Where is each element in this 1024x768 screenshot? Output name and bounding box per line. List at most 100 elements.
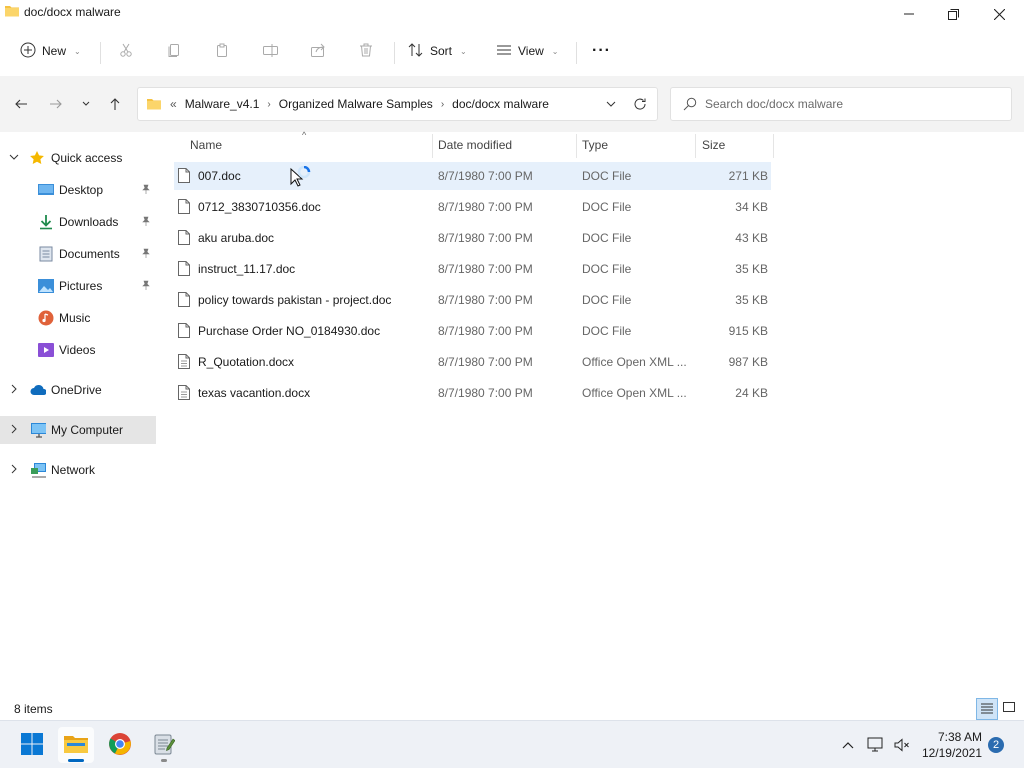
plus-circle-icon bbox=[20, 42, 36, 61]
column-header-size[interactable]: Size bbox=[702, 132, 770, 158]
column-header-label: Type bbox=[582, 138, 609, 152]
document-file-icon bbox=[178, 230, 190, 248]
column-header-date[interactable]: Date modified bbox=[438, 132, 574, 158]
sidebar-item-videos[interactable]: Videos bbox=[0, 336, 156, 364]
recent-locations-button[interactable] bbox=[75, 94, 97, 116]
file-date: 8/7/1980 7:00 PM bbox=[438, 231, 533, 245]
copy-button[interactable] bbox=[166, 38, 182, 64]
back-button[interactable] bbox=[10, 94, 32, 116]
chevron-right-icon[interactable] bbox=[9, 423, 19, 437]
view-button[interactable]: View ⌄ bbox=[496, 38, 559, 64]
volume-muted-icon[interactable] bbox=[892, 735, 912, 755]
chevron-right-icon[interactable] bbox=[9, 463, 19, 477]
sidebar-item-onedrive[interactable]: OneDrive bbox=[0, 376, 156, 404]
sidebar-item-label: OneDrive bbox=[51, 383, 102, 397]
rename-button[interactable] bbox=[262, 38, 280, 64]
file-name[interactable]: R_Quotation.docx bbox=[198, 355, 294, 369]
taskbar-file-explorer[interactable] bbox=[58, 727, 94, 763]
pin-icon[interactable] bbox=[141, 183, 151, 197]
file-row[interactable]: 007.doc 8/7/1980 7:00 PM DOC File 271 KB bbox=[174, 162, 771, 190]
navigation-pane: Quick access Desktop Downloads Documents bbox=[0, 132, 158, 698]
chevron-down-icon: ⌄ bbox=[551, 46, 559, 56]
file-name[interactable]: texas vacantion.docx bbox=[198, 386, 310, 400]
sidebar-item-downloads[interactable]: Downloads bbox=[0, 208, 156, 236]
file-name[interactable]: policy towards pakistan - project.doc bbox=[198, 293, 391, 307]
taskbar-chrome[interactable] bbox=[102, 727, 138, 763]
refresh-icon[interactable] bbox=[633, 97, 647, 114]
sidebar-item-desktop[interactable]: Desktop bbox=[0, 176, 156, 204]
sidebar-item-pictures[interactable]: Pictures bbox=[0, 272, 156, 300]
paste-button[interactable] bbox=[214, 38, 230, 64]
sidebar-item-documents[interactable]: Documents bbox=[0, 240, 156, 268]
breadcrumb-item[interactable]: Organized Malware Samples bbox=[279, 97, 433, 111]
large-icons-view-button[interactable] bbox=[998, 698, 1020, 720]
minimize-button[interactable] bbox=[886, 0, 932, 28]
share-button[interactable] bbox=[310, 38, 326, 64]
start-button[interactable] bbox=[14, 727, 50, 763]
forward-button[interactable] bbox=[45, 94, 67, 116]
search-input[interactable] bbox=[705, 97, 995, 111]
file-row[interactable]: 0712_3830710356.doc 8/7/1980 7:00 PM DOC… bbox=[174, 193, 771, 221]
show-hidden-icons-button[interactable] bbox=[838, 735, 858, 755]
file-row[interactable]: texas vacantion.docx 8/7/1980 7:00 PM Of… bbox=[174, 379, 771, 407]
clock[interactable]: 7:38 AM 12/19/2021 bbox=[922, 729, 982, 761]
notification-badge[interactable]: 2 bbox=[988, 737, 1004, 753]
file-size: 43 KB bbox=[735, 231, 768, 245]
maximize-button[interactable] bbox=[930, 0, 976, 28]
pin-icon[interactable] bbox=[141, 279, 151, 293]
column-divider[interactable] bbox=[576, 134, 577, 158]
breadcrumb-item[interactable]: doc/docx malware bbox=[452, 97, 549, 111]
active-app-indicator bbox=[68, 759, 84, 762]
sidebar-item-quick-access[interactable]: Quick access bbox=[0, 144, 156, 172]
file-name[interactable]: aku aruba.doc bbox=[198, 231, 274, 245]
close-button[interactable] bbox=[976, 0, 1022, 28]
column-header-label: Date modified bbox=[438, 138, 513, 152]
chevron-down-icon[interactable] bbox=[9, 151, 19, 165]
file-name[interactable]: Purchase Order NO_0184930.doc bbox=[198, 324, 380, 338]
breadcrumb-overflow[interactable]: « bbox=[170, 97, 177, 111]
file-row[interactable]: policy towards pakistan - project.doc 8/… bbox=[174, 286, 771, 314]
address-dropdown-chevron-icon[interactable] bbox=[605, 98, 617, 113]
view-label: View bbox=[518, 44, 544, 58]
clipboard-icon bbox=[214, 42, 230, 61]
breadcrumb-item[interactable]: Malware_v4.1 bbox=[185, 97, 260, 111]
sidebar-item-label: Desktop bbox=[59, 183, 104, 197]
file-row[interactable]: aku aruba.doc 8/7/1980 7:00 PM DOC File … bbox=[174, 224, 771, 252]
column-divider[interactable] bbox=[695, 134, 696, 158]
command-bar: New ⌄ Sort ⌄ View ⌄ ··· bbox=[0, 28, 1024, 76]
up-button[interactable] bbox=[104, 94, 126, 116]
file-date: 8/7/1980 7:00 PM bbox=[438, 324, 533, 338]
file-name[interactable]: 0712_3830710356.doc bbox=[198, 200, 321, 214]
file-row[interactable]: instruct_11.17.doc 8/7/1980 7:00 PM DOC … bbox=[174, 255, 771, 283]
address-bar[interactable]: « Malware_v4.1 › Organized Malware Sampl… bbox=[137, 87, 658, 121]
sidebar-item-my-computer[interactable]: My Computer bbox=[0, 416, 156, 444]
column-header-type[interactable]: Type bbox=[582, 132, 694, 158]
pin-icon[interactable] bbox=[141, 247, 151, 261]
pin-icon[interactable] bbox=[141, 215, 151, 229]
file-row[interactable]: Purchase Order NO_0184930.doc 8/7/1980 7… bbox=[174, 317, 771, 345]
sort-button[interactable]: Sort ⌄ bbox=[408, 38, 467, 64]
column-divider[interactable] bbox=[432, 134, 433, 158]
more-options-button[interactable]: ··· bbox=[592, 38, 611, 64]
column-divider[interactable] bbox=[773, 134, 774, 158]
new-button[interactable]: New ⌄ bbox=[20, 38, 81, 64]
sidebar-item-network[interactable]: Network bbox=[0, 456, 156, 484]
chevron-right-icon[interactable] bbox=[9, 383, 19, 397]
music-icon bbox=[38, 310, 54, 326]
sidebar-item-music[interactable]: Music bbox=[0, 304, 156, 332]
file-name[interactable]: instruct_11.17.doc bbox=[198, 262, 295, 276]
search-box[interactable] bbox=[670, 87, 1012, 121]
search-icon bbox=[683, 97, 697, 111]
details-view-button[interactable] bbox=[976, 698, 998, 720]
item-count: 8 items bbox=[14, 702, 53, 716]
delete-button[interactable] bbox=[358, 38, 374, 64]
chevron-right-icon[interactable]: › bbox=[267, 99, 270, 110]
cut-button[interactable] bbox=[118, 38, 134, 64]
taskbar-notepad[interactable] bbox=[146, 727, 182, 763]
column-header-name[interactable]: Name bbox=[190, 132, 430, 158]
file-name[interactable]: 007.doc bbox=[198, 169, 241, 183]
network-status-icon[interactable] bbox=[866, 735, 886, 755]
file-row[interactable]: R_Quotation.docx 8/7/1980 7:00 PM Office… bbox=[174, 348, 771, 376]
downloads-icon bbox=[38, 214, 54, 230]
chevron-right-icon[interactable]: › bbox=[441, 99, 444, 110]
